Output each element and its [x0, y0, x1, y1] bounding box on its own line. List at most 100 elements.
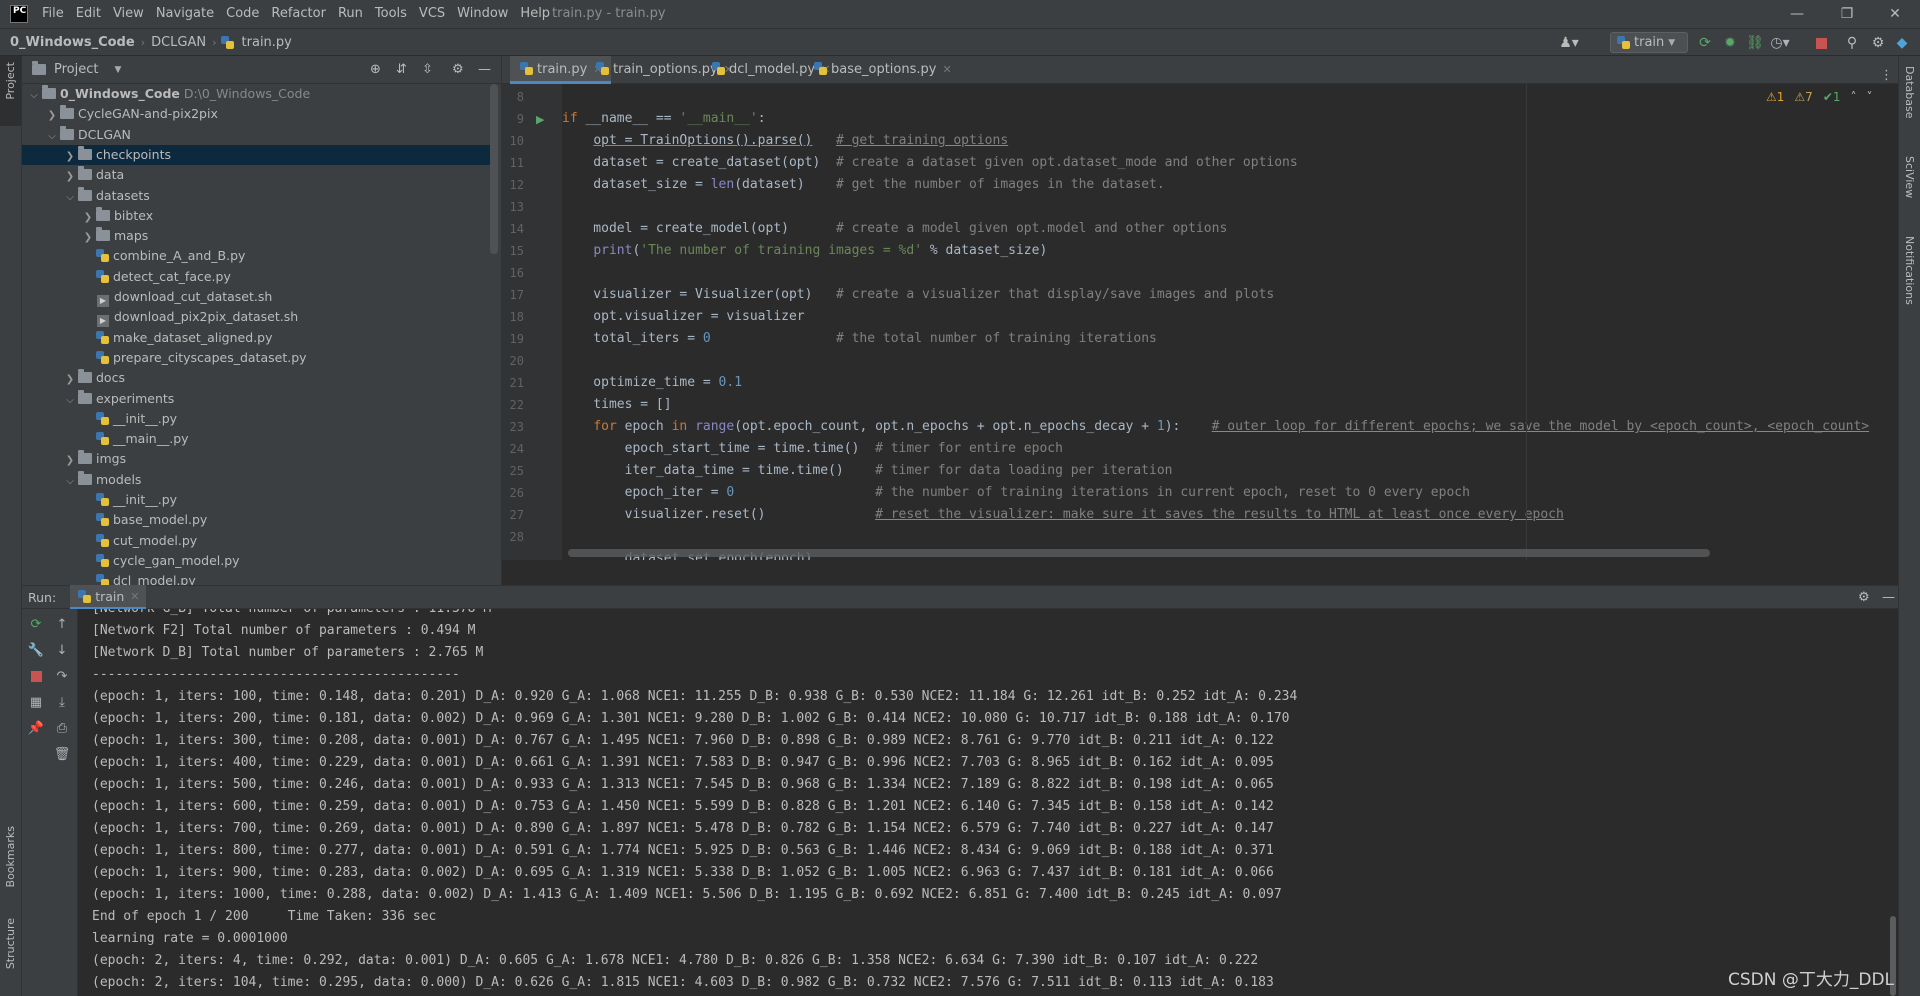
profile-icon[interactable]: ◷▾ — [1770, 34, 1789, 52]
chevron-down-icon[interactable]: ˅ — [1867, 90, 1873, 104]
run-tab-train[interactable]: train ✕ — [70, 585, 146, 609]
menu-view[interactable]: View — [107, 0, 150, 28]
editor-more-icon[interactable]: ⋮ — [1880, 68, 1893, 83]
chevron-right-icon[interactable]: ❯ — [64, 451, 76, 471]
scroll-to-end-icon[interactable]: ⤓ — [53, 693, 71, 711]
chevron-right-icon[interactable]: ❯ — [82, 208, 94, 228]
jetbrains-toolbox-icon[interactable]: ◆ — [1893, 34, 1911, 52]
restore-layout-icon[interactable]: ▦ — [27, 693, 45, 711]
code-editor[interactable]: if __name__ == '__main__': opt = TrainOp… — [562, 84, 1892, 560]
menu-window[interactable]: Window — [451, 0, 514, 28]
tree-file[interactable]: cut_model.py — [22, 531, 492, 551]
tree-folder[interactable]: ❯ bibtex — [22, 206, 492, 226]
scroll-up-icon[interactable]: ↑ — [53, 615, 71, 633]
pin-tab-icon[interactable]: 📌 — [27, 719, 45, 737]
minimize-button[interactable]: — — [1774, 0, 1820, 28]
menu-edit[interactable]: Edit — [70, 0, 107, 28]
settings-gear-icon[interactable]: ⚙ — [1869, 34, 1887, 52]
hide-panel-icon[interactable]: — — [478, 62, 491, 77]
project-panel-title[interactable]: Project — [54, 62, 98, 77]
chevron-right-icon[interactable]: ❯ — [46, 106, 58, 126]
tree-folder[interactable]: ❯ data — [22, 165, 492, 185]
chevron-down-icon[interactable]: ⌵ — [64, 391, 76, 411]
tree-file[interactable]: __init__.py — [22, 409, 492, 429]
locate-file-icon[interactable]: ⊕ — [370, 62, 381, 77]
tree-file[interactable]: __main__.py — [22, 429, 492, 449]
rerun-icon[interactable]: ⟳ — [27, 615, 45, 633]
tree-file[interactable]: detect_cat_face.py — [22, 267, 492, 287]
menu-run[interactable]: Run — [332, 0, 369, 28]
menu-file[interactable]: File — [36, 0, 70, 28]
menu-refactor[interactable]: Refactor — [265, 0, 332, 28]
search-icon[interactable]: ⚲ — [1843, 34, 1861, 52]
chevron-down-icon[interactable]: ⌵ — [64, 188, 76, 208]
bookmarks-tool-label[interactable]: Bookmarks — [4, 826, 17, 887]
chevron-right-icon[interactable]: ❯ — [64, 370, 76, 390]
project-tool-label[interactable]: Project — [4, 62, 17, 100]
close-window-button[interactable]: ✕ — [1872, 0, 1918, 28]
chevron-down-icon[interactable]: ⌵ — [28, 86, 40, 106]
chevron-right-icon[interactable]: ❯ — [64, 147, 76, 167]
tree-folder[interactable]: ⌵ datasets — [22, 186, 492, 206]
database-tool-label[interactable]: Database — [1903, 66, 1916, 119]
stop-icon[interactable] — [1812, 34, 1830, 52]
tree-folder[interactable]: ⌵ DCLGAN — [22, 125, 492, 145]
tree-file[interactable]: dcl_model.py — [22, 571, 492, 586]
tree-file[interactable]: base_model.py — [22, 510, 492, 530]
menu-help[interactable]: Help — [514, 0, 556, 28]
tree-file[interactable]: prepare_cityscapes_dataset.py — [22, 348, 492, 368]
structure-tool-label[interactable]: Structure — [4, 918, 17, 969]
hide-run-panel-icon[interactable]: — — [1882, 590, 1895, 605]
collapse-all-icon[interactable]: ⇳ — [422, 62, 433, 77]
print-icon[interactable]: ⎙ — [53, 719, 71, 737]
scroll-down-icon[interactable]: ↓ — [53, 641, 71, 659]
tree-folder[interactable]: ❯ docs — [22, 368, 492, 388]
clear-console-icon[interactable]: 🗑 — [53, 745, 71, 763]
options-gear-icon[interactable]: ⚙ — [452, 62, 464, 77]
tree-folder[interactable]: ⌵ models — [22, 470, 492, 490]
tree-folder[interactable]: ❯ imgs — [22, 449, 492, 469]
menu-tools[interactable]: Tools — [369, 0, 413, 28]
breadcrumb-project[interactable]: DCLGAN — [147, 35, 210, 50]
chevron-down-icon[interactable]: ⌵ — [64, 472, 76, 492]
tree-file[interactable]: make_dataset_aligned.py — [22, 328, 492, 348]
tree-file[interactable]: combine_A_and_B.py — [22, 246, 492, 266]
expand-all-icon[interactable]: ⇵ — [396, 62, 407, 77]
chevron-right-icon[interactable]: ❯ — [64, 167, 76, 187]
tree-file[interactable]: ▶ download_cut_dataset.sh — [22, 287, 492, 307]
sciview-tool-label[interactable]: SciView — [1903, 156, 1916, 198]
tree-folder[interactable]: ❯ maps — [22, 226, 492, 246]
tree-folder[interactable]: ⌵ experiments — [22, 389, 492, 409]
chevron-down-icon[interactable]: ⌵ — [46, 127, 58, 147]
close-icon[interactable]: ✕ — [942, 63, 951, 76]
chevron-right-icon[interactable]: ❯ — [82, 228, 94, 248]
menu-vcs[interactable]: VCS — [413, 0, 451, 28]
menu-navigate[interactable]: Navigate — [150, 0, 220, 28]
run-console[interactable]: [Network G_B] Total number of parameters… — [78, 609, 1898, 996]
tree-folder[interactable]: ❯ CycleGAN-and-pix2pix — [22, 104, 492, 124]
close-icon[interactable]: ✕ — [130, 590, 139, 603]
breadcrumb-root[interactable]: 0_Windows_Code — [0, 35, 139, 50]
soft-wrap-icon[interactable]: ↷ — [53, 667, 71, 685]
restore-button[interactable]: ❐ — [1824, 0, 1870, 28]
stop-icon[interactable] — [27, 667, 45, 685]
menu-code[interactable]: Code — [220, 0, 265, 28]
tree-folder[interactable]: ⌵ 0_Windows_Code D:\0_Windows_Code — [22, 84, 492, 104]
debug-icon[interactable]: ✹ — [1721, 34, 1739, 52]
user-icon[interactable]: ♟▾ — [1559, 34, 1579, 52]
notifications-tool-label[interactable]: Notifications — [1903, 236, 1916, 305]
tree-file[interactable]: cycle_gan_model.py — [22, 551, 492, 571]
chevron-up-icon[interactable]: ˄ — [1851, 90, 1857, 104]
editor-horizontal-scrollbar[interactable] — [568, 549, 1710, 557]
run-settings-gear-icon[interactable]: ⚙ — [1858, 590, 1870, 605]
tree-file[interactable]: ▶ download_pix2pix_dataset.sh — [22, 307, 492, 328]
run-configuration-select[interactable]: train ▼ — [1610, 32, 1688, 53]
coverage-icon[interactable]: ⛓ — [1746, 34, 1764, 52]
project-scrollbar[interactable] — [490, 84, 498, 254]
tree-file[interactable]: __init__.py — [22, 490, 492, 510]
editor-tab[interactable]: base_options.py ✕ — [804, 56, 960, 84]
run-gutter-icon[interactable]: ▶ — [536, 113, 544, 126]
chevron-down-icon[interactable]: ▼ — [114, 65, 121, 75]
tree-folder[interactable]: ❯ checkpoints — [22, 144, 492, 167]
breadcrumb-file[interactable]: train.py — [238, 35, 296, 50]
